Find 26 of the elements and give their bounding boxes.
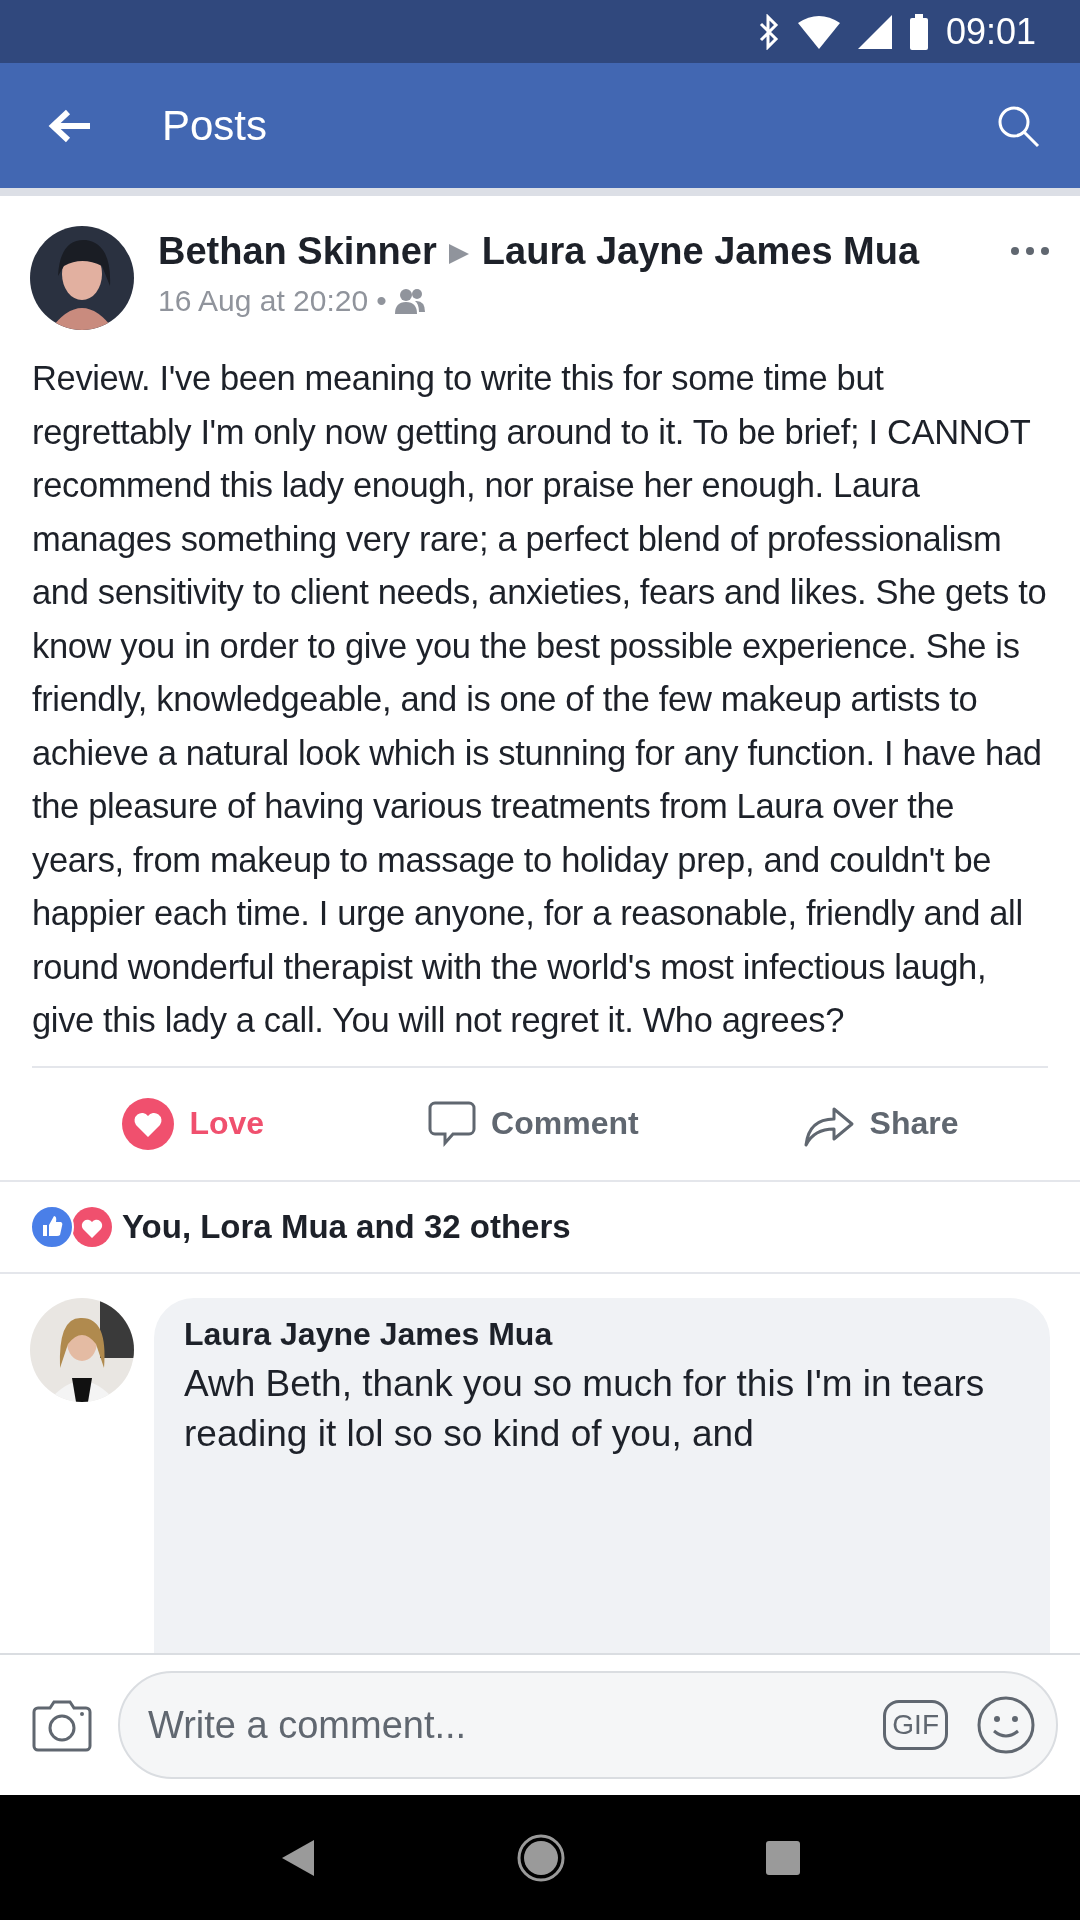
love-button[interactable]: Love: [113, 1088, 273, 1159]
more-options-icon[interactable]: [1010, 246, 1050, 256]
comment-button[interactable]: Comment: [419, 1090, 647, 1157]
wifi-icon: [797, 14, 840, 49]
status-time: 09:01: [945, 10, 1036, 53]
post-author-line: Bethan Skinner Laura Jayne James Mua: [158, 229, 921, 274]
people-icon: [394, 288, 425, 314]
post-date: 16 Aug at 20:20: [158, 284, 369, 318]
signal-icon: [857, 14, 892, 49]
camera-icon[interactable]: [32, 1698, 92, 1752]
bluetooth-icon: [757, 13, 780, 50]
share-button[interactable]: Share: [793, 1090, 967, 1157]
reactions-summary[interactable]: You, Lora Mua and 32 others: [122, 1207, 571, 1246]
battery-icon: [909, 13, 928, 50]
gif-button[interactable]: GIF: [883, 1700, 948, 1750]
smiley-icon[interactable]: [976, 1695, 1036, 1755]
comment-input-field[interactable]: Write a comment... GIF: [118, 1671, 1058, 1779]
back-triangle-icon[interactable]: [280, 1837, 317, 1878]
recents-square-icon[interactable]: [765, 1840, 800, 1875]
post-text: Review. I've been meaning to write this for some time but regrettably I'm only now getting around to it. To be brief; I CANNOT recommend this lady enough, nor praise her enough. Laura manages something very rare; a perfect blend of professionalism and sensitivity to client needs, anxieties, fears and likes. She gets to know you in order to give you the best possible experience. She is friendly, knowledgeable, and is one of the few makeup artists to achieve a natural look which is stunning for any function. I have had the pleasure of having various treatments from Laura over the years, from makeup to massage to holiday prep, and couldn't be happier each time. I urge anyone, for a reasonable, friendly and all round wonderful therapist with the world's most infectious laugh, give this lady a call. You will not regret it. Who agrees?: [32, 358, 1048, 1041]
comment-author: Laura Jayne James Mua: [184, 1315, 554, 1353]
home-circle-icon[interactable]: [517, 1833, 565, 1882]
comment-text: Awh Beth, thank you so much for this I'm in tears reading it lol so so kind of you, and: [184, 1361, 986, 1456]
page-title: Posts: [162, 101, 269, 150]
back-arrow-icon[interactable]: [48, 107, 92, 144]
separator-dot: •: [376, 284, 387, 318]
